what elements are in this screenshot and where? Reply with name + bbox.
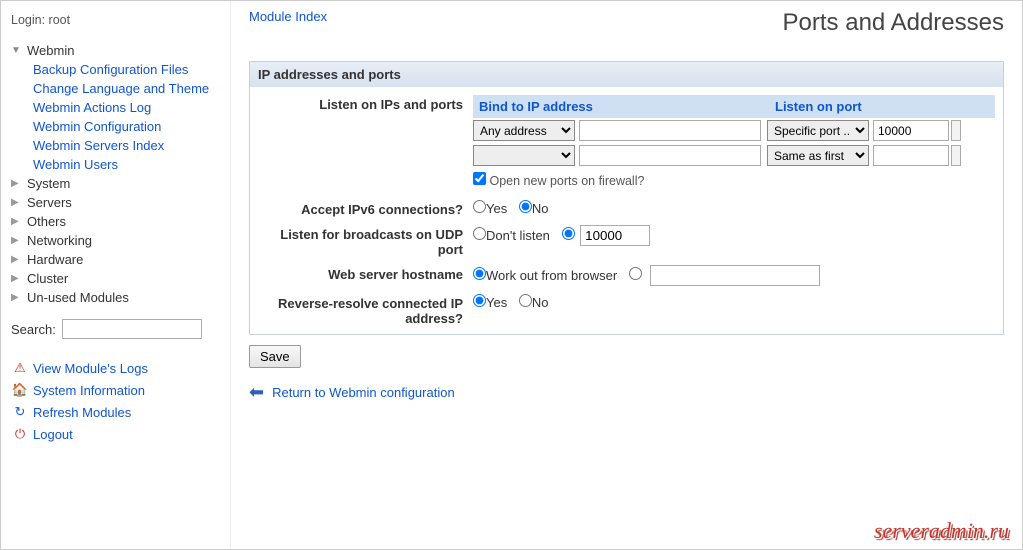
chevron-right-icon: ▶ [11, 292, 23, 303]
bind-select-1[interactable] [473, 145, 575, 166]
label-udp: Listen for broadcasts on UDP port [258, 225, 473, 257]
home-icon: 🏠 [11, 382, 29, 398]
arrow-left-icon: ⬅ [249, 382, 264, 403]
label-reverse: Reverse-resolve connected IP address? [258, 294, 473, 326]
search-input[interactable] [62, 319, 202, 339]
logout-link[interactable]: ⏻Logout [11, 423, 220, 445]
firewall-checkbox[interactable] [473, 172, 486, 185]
view-logs-link[interactable]: ⚠View Module's Logs [11, 357, 220, 379]
refresh-modules-link[interactable]: ↻Refresh Modules [11, 401, 220, 423]
udp-port-radio[interactable] [562, 227, 575, 240]
chevron-right-icon: ▶ [11, 273, 23, 284]
col-port-header: Listen on port [769, 95, 959, 118]
reverse-no-radio[interactable] [519, 294, 532, 307]
bind-select-0[interactable]: Any address [473, 120, 575, 141]
login-info: Login: root [11, 13, 220, 27]
main-content: Module Index Ports and Addresses IP addr… [231, 1, 1022, 549]
search-label: Search: [11, 322, 56, 337]
chevron-right-icon: ▶ [11, 254, 23, 265]
chevron-right-icon: ▶ [11, 178, 23, 189]
reverse-no-label: No [532, 295, 549, 310]
bind-input-1[interactable] [579, 145, 761, 166]
system-info-link[interactable]: 🏠System Information [11, 379, 220, 401]
nav-webmin[interactable]: ▼ Webmin [11, 41, 220, 60]
ipv6-yes-radio[interactable] [473, 200, 486, 213]
panel-header: IP addresses and ports [250, 62, 1003, 87]
hostname-input[interactable] [650, 265, 820, 286]
ipv6-no-radio[interactable] [519, 200, 532, 213]
power-icon: ⏻ [11, 426, 29, 442]
nav-hardware[interactable]: ▶Hardware [11, 250, 220, 269]
ipv6-no-label: No [532, 201, 549, 216]
label-ipv6: Accept IPv6 connections? [258, 200, 473, 217]
port-input-1[interactable] [873, 145, 949, 166]
nav-system[interactable]: ▶System [11, 174, 220, 193]
nav-change-language[interactable]: Change Language and Theme [33, 79, 220, 98]
label-hostname: Web server hostname [258, 265, 473, 286]
nav-actions-log[interactable]: Webmin Actions Log [33, 98, 220, 117]
save-button[interactable]: Save [249, 345, 301, 368]
chevron-down-icon: ▼ [11, 45, 23, 56]
nav-webmin-config[interactable]: Webmin Configuration [33, 117, 220, 136]
ipv6-yes-label: Yes [486, 201, 507, 216]
reverse-yes-radio[interactable] [473, 294, 486, 307]
chevron-right-icon: ▶ [11, 197, 23, 208]
nav-webmin-users[interactable]: Webmin Users [33, 155, 220, 174]
reverse-yes-label: Yes [486, 295, 507, 310]
port-select-1[interactable]: Same as first [767, 145, 869, 166]
ip-ports-panel: IP addresses and ports Listen on IPs and… [249, 61, 1004, 335]
module-index-link[interactable]: Module Index [249, 9, 327, 24]
port-select-0[interactable]: Specific port .. [767, 120, 869, 141]
col-bind-header: Bind to IP address [473, 95, 769, 118]
refresh-icon: ↻ [11, 404, 29, 420]
nav-servers[interactable]: ▶Servers [11, 193, 220, 212]
hostname-auto-label: Work out from browser [486, 268, 617, 283]
nav-networking[interactable]: ▶Networking [11, 231, 220, 250]
chevron-right-icon: ▶ [11, 216, 23, 227]
udp-dont-label: Don't listen [486, 228, 550, 243]
bind-input-0[interactable] [579, 120, 761, 141]
nav-unused[interactable]: ▶Un-used Modules [11, 288, 220, 307]
label-listen-ips: Listen on IPs and ports [258, 95, 473, 192]
udp-dont-radio[interactable] [473, 227, 486, 240]
port-input-0[interactable] [873, 120, 949, 141]
firewall-label: Open new ports on firewall? [489, 174, 644, 188]
extra-input-1[interactable] [951, 145, 961, 166]
nav-backup-config[interactable]: Backup Configuration Files [33, 60, 220, 79]
hostname-custom-radio[interactable] [629, 267, 642, 280]
extra-input-0[interactable] [951, 120, 961, 141]
sidebar: Login: root ▼ Webmin Backup Configuratio… [1, 1, 231, 549]
warning-icon: ⚠ [11, 360, 29, 376]
ip-port-row: Same as first [473, 143, 995, 168]
nav-servers-index[interactable]: Webmin Servers Index [33, 136, 220, 155]
return-link[interactable]: ⬅ Return to Webmin configuration [249, 382, 1004, 403]
hostname-auto-radio[interactable] [473, 267, 486, 280]
page-title: Ports and Addresses [783, 9, 1004, 37]
udp-port-input[interactable] [580, 225, 650, 246]
chevron-right-icon: ▶ [11, 235, 23, 246]
nav-others[interactable]: ▶Others [11, 212, 220, 231]
ip-port-row: Any address Specific port .. [473, 118, 995, 143]
nav-cluster[interactable]: ▶Cluster [11, 269, 220, 288]
